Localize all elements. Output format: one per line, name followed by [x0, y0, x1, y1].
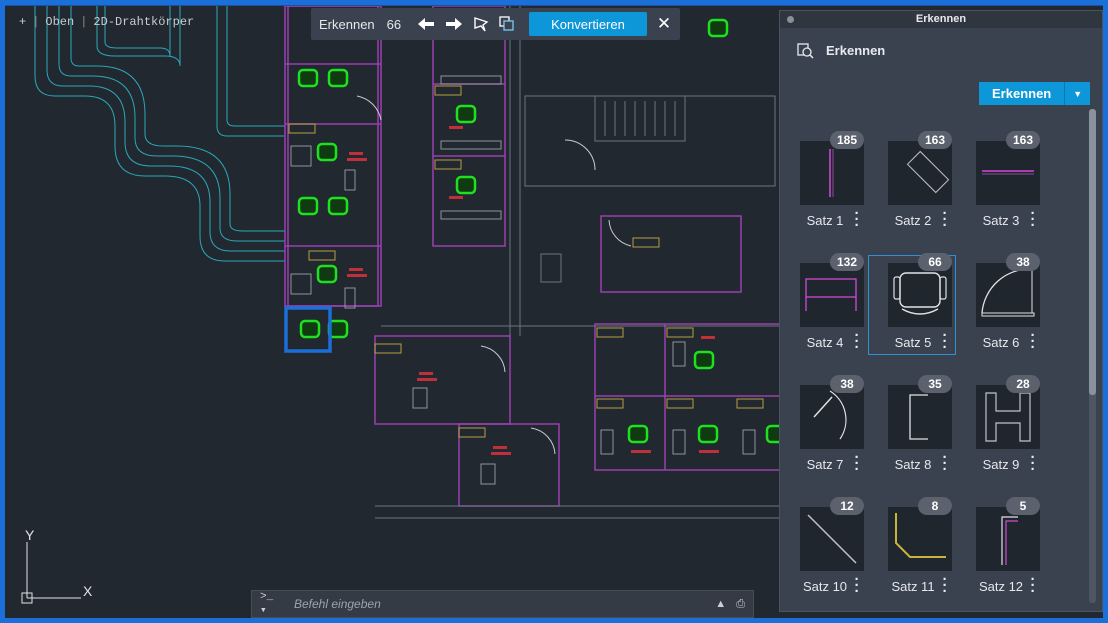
set-count-badge: 132: [829, 253, 864, 271]
set-card[interactable]: 185 Satz 1 · · ·: [780, 131, 868, 233]
set-thumbnail[interactable]: [976, 263, 1040, 327]
copy-icon[interactable]: [499, 13, 515, 35]
set-card[interactable]: 5 Satz 12 · · ·: [956, 497, 1044, 599]
set-card[interactable]: 12 Satz 10 · · ·: [780, 497, 868, 599]
close-icon[interactable]: ✕: [657, 13, 671, 35]
flag-icon[interactable]: [473, 13, 489, 35]
toolbar-label: Erkennen: [319, 16, 375, 32]
viewport-control-button[interactable]: +: [19, 15, 26, 29]
set-card[interactable]: 8 Satz 11 · · ·: [868, 497, 956, 599]
view-name-button[interactable]: Oben: [45, 15, 74, 29]
chevron-down-icon[interactable]: ▼: [1065, 82, 1091, 105]
set-count-badge: 163: [917, 131, 952, 149]
set-count-badge: 38: [830, 375, 864, 393]
recognize-toolbar: Erkennen 66 Konvertieren ✕: [311, 8, 680, 40]
kebab-menu-icon[interactable]: · · ·: [1029, 572, 1037, 599]
set-thumbnail[interactable]: [888, 141, 952, 205]
recognize-split-button: Erkennen ▼: [979, 82, 1091, 105]
set-card[interactable]: 132 Satz 4 · · ·: [780, 253, 868, 355]
kebab-menu-icon[interactable]: · · ·: [1029, 450, 1037, 477]
set-count-badge: 163: [1005, 131, 1040, 149]
kebab-menu-icon[interactable]: · · ·: [941, 572, 949, 599]
palette-titlebar[interactable]: Erkennen: [780, 11, 1102, 28]
set-card[interactable]: 38 Satz 6 · · ·: [956, 253, 1044, 355]
palette-header: Erkennen: [796, 41, 885, 59]
set-count-badge: 5: [1006, 497, 1040, 515]
kebab-menu-icon[interactable]: · · ·: [853, 572, 861, 599]
command-input[interactable]: Befehl eingeben: [286, 597, 715, 611]
arrow-right-icon[interactable]: [445, 13, 463, 35]
convert-button[interactable]: Konvertieren: [529, 12, 647, 36]
set-thumbnail[interactable]: [976, 507, 1040, 571]
set-card[interactable]: 163 Satz 2 · · ·: [868, 131, 956, 233]
kebab-menu-icon[interactable]: · · ·: [941, 328, 949, 355]
set-thumbnail[interactable]: [888, 507, 952, 571]
set-card[interactable]: 35 Satz 8 · · ·: [868, 375, 956, 477]
separator: |: [80, 15, 88, 29]
set-card[interactable]: 28 Satz 9 · · ·: [956, 375, 1044, 477]
set-card[interactable]: 163 Satz 3 · · ·: [956, 131, 1044, 233]
set-thumbnail[interactable]: [976, 141, 1040, 205]
set-thumbnail[interactable]: [888, 263, 952, 327]
set-count-badge: 66: [918, 253, 952, 271]
visual-style-button[interactable]: 2D-Drahtkörper: [93, 15, 194, 29]
set-count-badge: 185: [829, 131, 864, 149]
set-card[interactable]: 38 Satz 7 · · ·: [780, 375, 868, 477]
recognize-button[interactable]: Erkennen: [979, 82, 1066, 105]
kebab-menu-icon[interactable]: · · ·: [1029, 206, 1037, 233]
kebab-menu-icon[interactable]: · · ·: [853, 206, 861, 233]
set-count-badge: 28: [1006, 375, 1040, 393]
kebab-menu-icon[interactable]: · · ·: [1029, 328, 1037, 355]
set-thumbnail[interactable]: [976, 385, 1040, 449]
close-dot-icon[interactable]: [787, 16, 794, 23]
share-icon[interactable]: ⎙: [736, 598, 745, 611]
palette-header-label: Erkennen: [826, 42, 886, 58]
set-thumbnail[interactable]: [800, 141, 864, 205]
ucs-icon: Y X: [21, 527, 93, 604]
set-thumbnail[interactable]: [888, 385, 952, 449]
command-line[interactable]: >_ ▾ Befehl eingeben ▲ ⎙: [251, 590, 754, 618]
set-thumbnail[interactable]: [800, 507, 864, 571]
set-card[interactable]: 66 Satz 5 · · ·: [868, 253, 956, 355]
set-count-badge: 8: [918, 497, 952, 515]
palette-title: Erkennen: [915, 13, 967, 25]
set-thumbnail[interactable]: [800, 263, 864, 327]
arrow-left-icon[interactable]: [417, 13, 435, 35]
kebab-menu-icon[interactable]: · · ·: [941, 206, 949, 233]
caret-up-icon[interactable]: ▲: [715, 598, 726, 611]
set-count-badge: 12: [830, 497, 864, 515]
ucs-x-label: X: [83, 583, 93, 599]
toolbar-count: 66: [386, 16, 402, 32]
separator: |: [32, 15, 40, 29]
kebab-menu-icon[interactable]: · · ·: [853, 328, 861, 355]
kebab-menu-icon[interactable]: · · ·: [941, 450, 949, 477]
ucs-y-label: Y: [25, 527, 35, 543]
recognize-icon: [797, 43, 814, 59]
palette-scrollbar[interactable]: [1089, 109, 1096, 603]
viewport-label[interactable]: + | Oben | 2D-Drahtkörper: [19, 15, 194, 29]
scrollbar-thumb[interactable]: [1089, 109, 1096, 395]
set-count-badge: 38: [1006, 253, 1040, 271]
set-thumbnail[interactable]: [800, 385, 864, 449]
set-count-badge: 35: [918, 375, 952, 393]
recognize-palette: Erkennen Erkennen Erkennen ▼ 185 Satz 1 · ·…: [779, 10, 1103, 612]
command-prompt-button[interactable]: >_ ▾: [252, 591, 286, 617]
kebab-menu-icon[interactable]: · · ·: [853, 450, 861, 477]
